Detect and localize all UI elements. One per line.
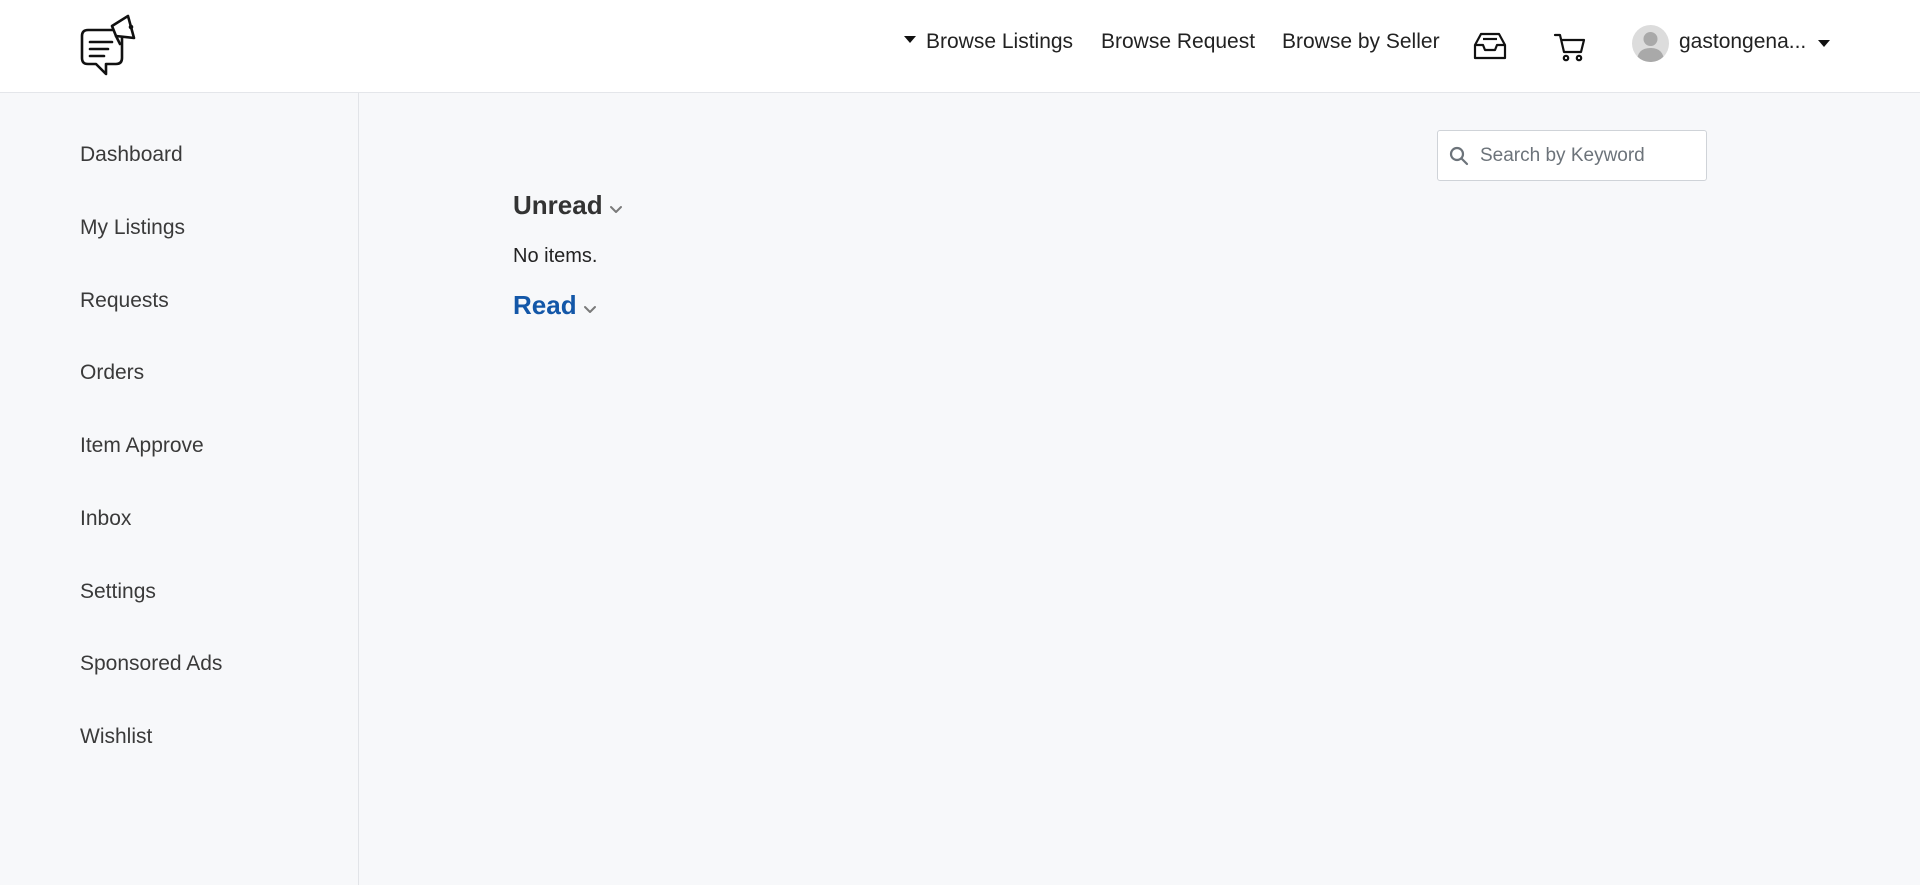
sidebar: Dashboard My Listings Requests Orders It… (0, 93, 359, 885)
sidebar-item-orders[interactable]: Orders (80, 361, 144, 385)
search-box (1437, 130, 1707, 181)
read-section-toggle[interactable]: Read (513, 290, 597, 323)
sidebar-item-dashboard[interactable]: Dashboard (80, 143, 183, 167)
site-logo-icon[interactable] (76, 12, 140, 80)
sidebar-item-item-approve[interactable]: Item Approve (80, 434, 204, 458)
caret-down-icon (904, 35, 916, 43)
sidebar-item-my-listings[interactable]: My Listings (80, 216, 185, 240)
chevron-down-icon (609, 191, 623, 222)
sidebar-item-inbox[interactable]: Inbox (80, 507, 131, 531)
search-input[interactable] (1478, 131, 1698, 180)
top-header: Browse Listings Browse Request Browse by… (0, 0, 1920, 93)
chevron-down-icon (583, 291, 597, 322)
sidebar-item-requests[interactable]: Requests (80, 289, 169, 313)
shopping-cart-icon[interactable] (1551, 28, 1589, 64)
search-icon (1449, 146, 1469, 166)
unread-section-toggle[interactable]: Unread (513, 190, 623, 223)
browse-request-link[interactable]: Browse Request (1101, 30, 1255, 54)
sidebar-item-wishlist[interactable]: Wishlist (80, 725, 152, 749)
browse-listings-label: Browse Listings (926, 30, 1074, 53)
sidebar-item-settings[interactable]: Settings (80, 580, 156, 604)
sidebar-item-sponsored-ads[interactable]: Sponsored Ads (80, 652, 222, 676)
user-name-menu[interactable]: gastongena... (1679, 30, 1806, 54)
browse-listings-dropdown[interactable]: Browse Listings (904, 30, 1073, 54)
user-menu-caret-icon[interactable] (1818, 40, 1830, 47)
unread-heading: Unread (513, 190, 603, 220)
user-avatar[interactable] (1632, 25, 1669, 62)
browse-by-seller-link[interactable]: Browse by Seller (1282, 30, 1440, 54)
unread-empty-message: No items. (513, 245, 598, 267)
read-heading: Read (513, 290, 577, 320)
inbox-tray-icon[interactable] (1471, 28, 1509, 64)
